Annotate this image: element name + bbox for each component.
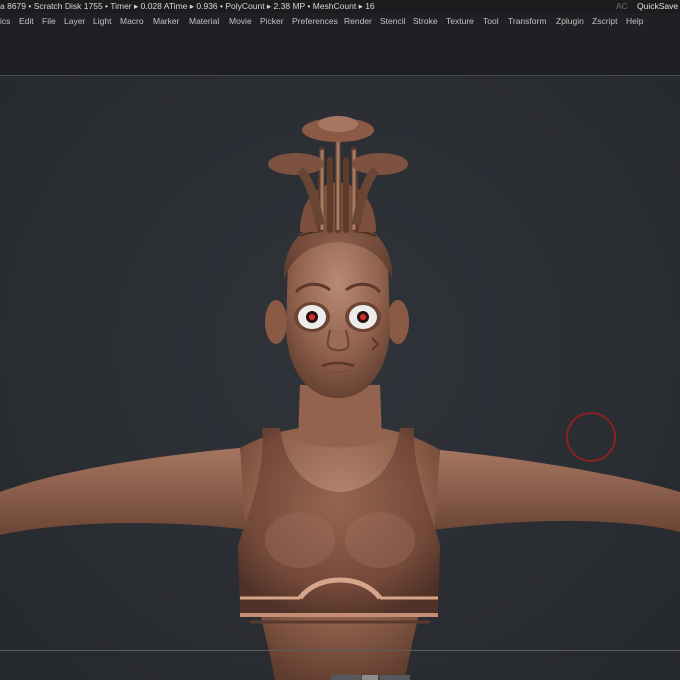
- menu-item-movie[interactable]: Movie: [229, 13, 252, 30]
- canvas-bottom-divider: [0, 650, 680, 651]
- bottom-tab-right[interactable]: [380, 675, 410, 680]
- right-ear: [387, 300, 409, 344]
- menu-item-file[interactable]: File: [42, 13, 56, 30]
- ac-button[interactable]: AC: [616, 0, 628, 13]
- menu-item-zscript[interactable]: Zscript: [592, 13, 618, 30]
- menu-item-layer[interactable]: Layer: [64, 13, 85, 30]
- right-arm: [432, 450, 680, 532]
- menu-item-marker[interactable]: Marker: [153, 13, 179, 30]
- snake-head-left: [268, 153, 324, 175]
- left-arm: [0, 448, 250, 535]
- top-shelf: [0, 30, 680, 75]
- menu-item-material[interactable]: Material: [189, 13, 219, 30]
- status-stats: a 8679 • Scratch Disk 1755 • Timer ▸ 0.0…: [0, 1, 375, 11]
- menu-item-picker[interactable]: Picker: [260, 13, 284, 30]
- menu-item-render[interactable]: Render: [344, 13, 372, 30]
- menu-item-edit[interactable]: Edit: [19, 13, 34, 30]
- brush-cursor: [566, 412, 616, 462]
- menu-bar: ics Edit File Layer Light Macro Marker M…: [0, 13, 680, 30]
- menu-item-texture[interactable]: Texture: [446, 13, 474, 30]
- bottom-tab-handle[interactable]: [362, 675, 378, 680]
- menu-item-tool[interactable]: Tool: [483, 13, 499, 30]
- menu-item-preferences[interactable]: Preferences: [292, 13, 338, 30]
- menu-item-transform[interactable]: Transform: [508, 13, 546, 30]
- menu-item-stencil[interactable]: Stencil: [380, 13, 406, 30]
- bottom-tab-left[interactable]: [331, 675, 361, 680]
- menu-item-light[interactable]: Light: [93, 13, 111, 30]
- status-bar: a 8679 • Scratch Disk 1755 • Timer ▸ 0.0…: [0, 0, 680, 13]
- quicksave-button[interactable]: QuickSave: [637, 0, 678, 13]
- nose: [326, 329, 350, 352]
- menu-item-zplugin[interactable]: Zplugin: [556, 13, 584, 30]
- menu-item-macro[interactable]: Macro: [120, 13, 144, 30]
- menu-item-help[interactable]: Help: [626, 13, 643, 30]
- left-ear: [265, 300, 287, 344]
- snake-head-right: [352, 153, 408, 175]
- menu-item-stroke[interactable]: Stroke: [413, 13, 438, 30]
- sculpt-model: [0, 116, 680, 680]
- menu-item-graphics[interactable]: ics: [0, 13, 10, 30]
